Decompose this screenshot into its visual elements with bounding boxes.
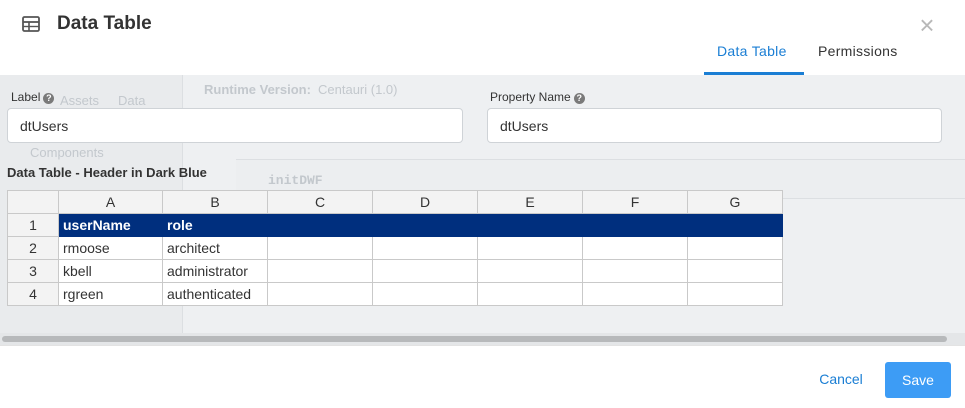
table-cell[interactable]: kbell: [58, 259, 163, 283]
background-menu-item: initDWF: [268, 173, 323, 188]
close-icon[interactable]: ×: [916, 12, 938, 38]
table-row: 3 kbell administrator: [7, 259, 783, 283]
table-cell[interactable]: [582, 282, 688, 306]
column-header[interactable]: F: [582, 190, 688, 214]
table-cell[interactable]: administrator: [162, 259, 268, 283]
background-runtime-label: Runtime Version:: [204, 82, 311, 97]
table-cell[interactable]: [267, 282, 373, 306]
table-icon: [22, 16, 40, 32]
table-cell[interactable]: authenticated: [162, 282, 268, 306]
column-header[interactable]: C: [267, 190, 373, 214]
corner-cell[interactable]: [7, 190, 59, 214]
table-row: 4 rgreen authenticated: [7, 282, 783, 306]
background-side-text-1: Assets: [60, 93, 100, 108]
label-field-label: Label?: [11, 90, 55, 104]
scrollbar-thumb[interactable]: [2, 336, 947, 342]
table-cell[interactable]: [372, 259, 478, 283]
table-cell[interactable]: [477, 259, 583, 283]
table-cell[interactable]: [267, 213, 373, 237]
table-cell[interactable]: [687, 259, 783, 283]
table-cell[interactable]: [477, 282, 583, 306]
table-cell[interactable]: [267, 236, 373, 260]
dialog-body: Runtime Version: Centauri (1.0) initDWF …: [0, 75, 965, 345]
dialog-footer: Cancel Save: [0, 345, 965, 408]
background-side-text-2: Data: [118, 93, 146, 108]
column-header[interactable]: G: [687, 190, 783, 214]
row-number[interactable]: 3: [7, 259, 59, 283]
tab-data-table[interactable]: Data Table: [717, 43, 787, 59]
table-cell[interactable]: architect: [162, 236, 268, 260]
column-header[interactable]: B: [162, 190, 268, 214]
table-cell[interactable]: [687, 282, 783, 306]
help-icon[interactable]: ?: [43, 93, 55, 104]
label-input[interactable]: [7, 108, 463, 143]
row-number[interactable]: 1: [7, 213, 59, 237]
table-cell[interactable]: [372, 236, 478, 260]
table-cell[interactable]: [372, 213, 478, 237]
save-button[interactable]: Save: [885, 362, 951, 398]
table-row: 2 rmoose architect: [7, 236, 783, 260]
table-cell[interactable]: [267, 259, 373, 283]
property-name-text: Property Name: [490, 90, 571, 104]
column-header[interactable]: D: [372, 190, 478, 214]
data-table-section-title: Data Table - Header in Dark Blue: [7, 165, 207, 180]
column-header[interactable]: E: [477, 190, 583, 214]
table-cell[interactable]: rgreen: [58, 282, 163, 306]
table-cell[interactable]: [477, 236, 583, 260]
column-header[interactable]: A: [58, 190, 163, 214]
horizontal-scrollbar[interactable]: [0, 333, 965, 345]
table-cell[interactable]: [582, 236, 688, 260]
row-number[interactable]: 4: [7, 282, 59, 306]
table-cell[interactable]: [687, 236, 783, 260]
background-runtime-value: Centauri (1.0): [318, 82, 398, 97]
table-cell[interactable]: rmoose: [58, 236, 163, 260]
cancel-button[interactable]: Cancel: [810, 364, 872, 394]
table-cell[interactable]: [477, 213, 583, 237]
property-name-field-label: Property Name?: [490, 90, 585, 104]
background-side-text-3: Components: [30, 145, 104, 160]
table-cell[interactable]: userName: [58, 213, 163, 237]
dialog-title: Data Table: [57, 13, 152, 34]
table-row: 1 userName role: [7, 213, 783, 237]
label-field-text: Label: [11, 90, 41, 104]
table-cell[interactable]: role: [162, 213, 268, 237]
dialog-header: Data Table × Data Table Permissions: [0, 0, 965, 75]
table-cell[interactable]: [582, 213, 688, 237]
property-name-input[interactable]: [487, 108, 942, 143]
help-icon[interactable]: ?: [573, 93, 585, 104]
tab-permissions[interactable]: Permissions: [818, 43, 898, 59]
table-cell[interactable]: [582, 259, 688, 283]
data-table-grid[interactable]: A B C D E F G 1 userName role 2 rmoose a…: [7, 190, 783, 306]
row-number[interactable]: 2: [7, 236, 59, 260]
table-cell[interactable]: [372, 282, 478, 306]
table-cell[interactable]: [687, 213, 783, 237]
